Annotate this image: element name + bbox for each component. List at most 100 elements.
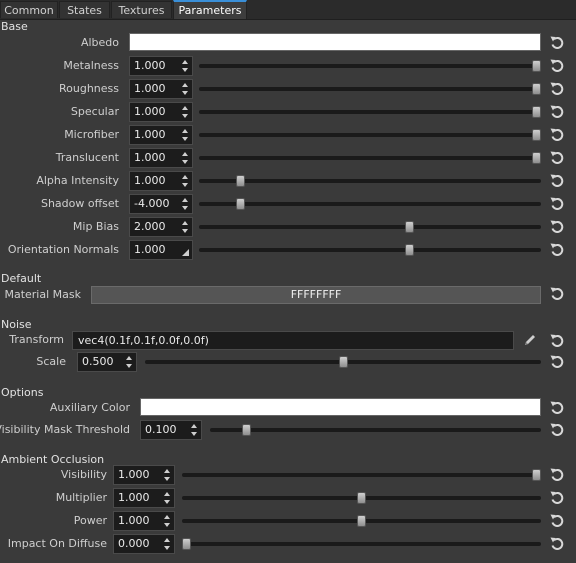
alpha-intensity-spinbox[interactable]: 1.000 bbox=[129, 171, 193, 191]
microfiber-spinbox[interactable]: 1.000 bbox=[129, 125, 193, 145]
spin-arrows-icon[interactable] bbox=[182, 197, 190, 211]
spin-arrows-icon[interactable] bbox=[182, 59, 190, 73]
shadow-offset-slider-track[interactable] bbox=[199, 202, 541, 206]
material-mask-button[interactable]: FFFFFFFF bbox=[91, 286, 541, 304]
ao-multiplier-reset-icon[interactable] bbox=[548, 489, 566, 507]
ao-impact-on-diffuse-reset-icon[interactable] bbox=[548, 535, 566, 553]
ao-multiplier-value: 1.000 bbox=[118, 491, 150, 504]
spin-arrows-icon[interactable] bbox=[164, 468, 172, 482]
section-default: Default bbox=[1, 272, 42, 285]
visibility-mask-threshold-reset-icon[interactable] bbox=[548, 421, 566, 439]
transform-label: Transform bbox=[9, 333, 64, 346]
tab-states[interactable]: States bbox=[59, 1, 110, 18]
tab-parameters[interactable]: Parameters bbox=[173, 0, 247, 19]
tab-common[interactable]: Common bbox=[0, 1, 58, 18]
albedo-reset-icon[interactable] bbox=[548, 34, 566, 52]
orientation-normals-reset-icon[interactable] bbox=[548, 241, 566, 259]
spin-arrows-icon[interactable] bbox=[164, 491, 172, 505]
scale-reset-icon[interactable] bbox=[548, 353, 566, 371]
alpha-intensity-slider-handle[interactable] bbox=[236, 175, 245, 187]
orientation-normals-slider-track[interactable] bbox=[199, 248, 541, 252]
scale-spinbox[interactable]: 0.500 bbox=[77, 352, 137, 372]
ao-multiplier-spinbox[interactable]: 1.000 bbox=[113, 488, 175, 508]
visibility-mask-threshold-spinbox[interactable]: 0.100 bbox=[140, 420, 202, 440]
material-mask-label: Material Mask bbox=[4, 288, 81, 301]
section-options: Options bbox=[1, 386, 44, 399]
specular-reset-icon[interactable] bbox=[548, 103, 566, 121]
mip-bias-slider-track[interactable] bbox=[199, 225, 541, 229]
ao-power-reset-icon[interactable] bbox=[548, 512, 566, 530]
visibility-mask-threshold-value: 0.100 bbox=[145, 423, 177, 436]
alpha-intensity-value: 1.000 bbox=[134, 174, 166, 187]
transform-field[interactable]: vec4(0.1f,0.1f,0.0f,0.0f) bbox=[72, 331, 514, 350]
ao-impact-on-diffuse-slider-handle[interactable] bbox=[182, 538, 191, 550]
spin-arrows-icon[interactable] bbox=[182, 151, 190, 165]
shadow-offset-slider-handle[interactable] bbox=[236, 198, 245, 210]
mip-bias-label: Mip Bias bbox=[72, 220, 119, 233]
ao-power-value: 1.000 bbox=[118, 514, 150, 527]
specular-spinbox[interactable]: 1.000 bbox=[129, 102, 193, 122]
auxiliary-color-swatch[interactable] bbox=[140, 398, 541, 416]
specular-slider-track[interactable] bbox=[199, 110, 541, 114]
shadow-offset-label: Shadow offset bbox=[40, 197, 119, 210]
shadow-offset-spinbox[interactable]: -4.000 bbox=[129, 194, 193, 214]
spin-arrows-icon[interactable] bbox=[164, 537, 172, 551]
orientation-normals-slider-handle[interactable] bbox=[405, 244, 414, 256]
spin-arrows-icon[interactable] bbox=[182, 174, 190, 188]
orientation-normals-spinbox[interactable]: 1.000 bbox=[129, 240, 193, 260]
visibility-mask-threshold-slider-track[interactable] bbox=[210, 428, 541, 432]
tab-textures[interactable]: Textures bbox=[111, 1, 172, 18]
spin-arrows-icon[interactable] bbox=[182, 220, 190, 234]
mip-bias-reset-icon[interactable] bbox=[548, 218, 566, 236]
visibility-mask-threshold-label: Visibility Mask Threshold bbox=[0, 423, 130, 436]
ao-power-slider-handle[interactable] bbox=[357, 515, 366, 527]
metalness-spinbox[interactable]: 1.000 bbox=[129, 56, 193, 76]
ao-visibility-spinbox[interactable]: 1.000 bbox=[113, 465, 175, 485]
albedo-label: Albedo bbox=[80, 36, 119, 49]
ao-visibility-slider-track[interactable] bbox=[182, 473, 541, 477]
orientation-normals-label: Orientation Normals bbox=[7, 243, 119, 256]
albedo-color-swatch[interactable] bbox=[129, 33, 541, 51]
mip-bias-spinbox[interactable]: 2.000 bbox=[129, 217, 193, 237]
metalness-reset-icon[interactable] bbox=[548, 57, 566, 75]
specular-slider-handle[interactable] bbox=[532, 106, 541, 118]
metalness-value: 1.000 bbox=[134, 59, 166, 72]
spin-arrows-icon[interactable] bbox=[164, 514, 172, 528]
microfiber-slider-handle[interactable] bbox=[532, 129, 541, 141]
metalness-slider-track[interactable] bbox=[199, 64, 541, 68]
ao-impact-on-diffuse-spinbox[interactable]: 0.000 bbox=[113, 534, 175, 554]
ao-power-spinbox[interactable]: 1.000 bbox=[113, 511, 175, 531]
ao-visibility-slider-handle[interactable] bbox=[532, 469, 541, 481]
microfiber-label: Microfiber bbox=[64, 128, 119, 141]
ao-multiplier-slider-handle[interactable] bbox=[357, 492, 366, 504]
roughness-slider-track[interactable] bbox=[199, 87, 541, 91]
spin-arrows-icon[interactable] bbox=[182, 105, 190, 119]
material-mask-reset-icon[interactable] bbox=[548, 285, 566, 303]
visibility-mask-threshold-slider-handle[interactable] bbox=[242, 424, 251, 436]
shadow-offset-reset-icon[interactable] bbox=[548, 195, 566, 213]
spin-arrows-icon[interactable] bbox=[126, 355, 134, 369]
translucent-reset-icon[interactable] bbox=[548, 149, 566, 167]
roughness-reset-icon[interactable] bbox=[548, 80, 566, 98]
translucent-spinbox[interactable]: 1.000 bbox=[129, 148, 193, 168]
mip-bias-slider-handle[interactable] bbox=[405, 221, 414, 233]
spin-arrows-icon[interactable] bbox=[182, 128, 190, 142]
transform-reset-icon[interactable] bbox=[548, 332, 566, 350]
alpha-intensity-slider-track[interactable] bbox=[199, 179, 541, 183]
metalness-slider-handle[interactable] bbox=[532, 60, 541, 72]
ao-impact-on-diffuse-slider-track[interactable] bbox=[182, 542, 541, 546]
auxiliary-color-reset-icon[interactable] bbox=[548, 399, 566, 417]
microfiber-slider-track[interactable] bbox=[199, 133, 541, 137]
pencil-icon[interactable] bbox=[523, 333, 537, 347]
ao-visibility-reset-icon[interactable] bbox=[548, 466, 566, 484]
resize-corner-icon[interactable] bbox=[182, 249, 189, 256]
translucent-slider-handle[interactable] bbox=[532, 152, 541, 164]
roughness-slider-handle[interactable] bbox=[532, 83, 541, 95]
translucent-slider-track[interactable] bbox=[199, 156, 541, 160]
alpha-intensity-reset-icon[interactable] bbox=[548, 172, 566, 190]
spin-arrows-icon[interactable] bbox=[191, 423, 199, 437]
spin-arrows-icon[interactable] bbox=[182, 82, 190, 96]
roughness-spinbox[interactable]: 1.000 bbox=[129, 79, 193, 99]
microfiber-reset-icon[interactable] bbox=[548, 126, 566, 144]
scale-slider-handle[interactable] bbox=[339, 356, 348, 368]
